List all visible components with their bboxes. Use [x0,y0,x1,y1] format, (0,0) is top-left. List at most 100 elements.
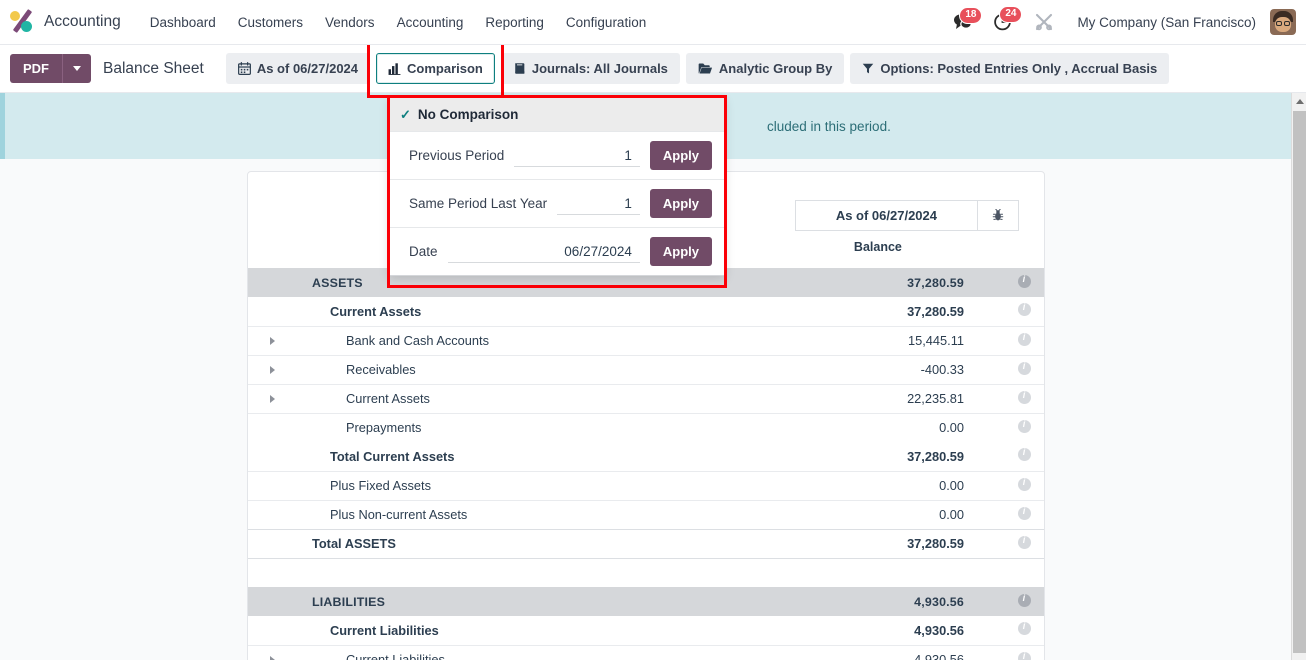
info-icon[interactable] [1017,361,1031,375]
avatar-glasses-right [1284,21,1290,26]
table-row[interactable]: Prepayments 0.00 [248,413,1044,442]
row-info-cell[interactable] [1004,645,1044,660]
journals-filter-button[interactable]: Journals: All Journals [500,53,680,84]
row-toggle-cell [248,442,296,471]
scrollbar-thumb[interactable] [1293,111,1306,653]
info-icon[interactable] [1017,593,1031,607]
expand-triangle-icon[interactable] [269,395,275,403]
activities-button[interactable]: 24 [985,6,1023,36]
table-row[interactable]: Current Assets 22,235.81 [248,384,1044,413]
row-label: Plus Fixed Assets [330,478,431,493]
column-subheader-balance: Balance [853,240,902,254]
report-rows: ASSETS37,280.59Current Assets37,280.59Ba… [248,268,1044,660]
previous-period-input[interactable] [514,144,640,167]
expand-triangle-icon[interactable] [269,337,275,345]
row-toggle-cell[interactable] [248,355,296,384]
info-icon[interactable] [1017,447,1031,462]
row-balance-value: 4,930.56 [914,652,964,660]
row-toggle-cell[interactable] [248,326,296,355]
analytic-group-by-label: Analytic Group By [718,61,833,76]
info-icon[interactable] [1017,651,1031,660]
info-icon[interactable] [1017,332,1031,346]
row-info-cell[interactable] [1004,529,1044,558]
row-toggle-cell [248,616,296,645]
export-pdf-button[interactable]: PDF [10,54,62,83]
row-balance-value: 37,280.59 [907,275,964,290]
date-filter-label: As of 06/27/2024 [256,61,359,76]
table-row[interactable]: LIABILITIES 4,930.56 [248,587,1044,616]
table-row[interactable]: Total Current Assets 37,280.59 [248,442,1044,471]
row-toggle-cell [248,268,296,297]
row-info-cell[interactable] [1004,355,1044,384]
row-toggle-cell [248,529,296,558]
menu-item-customers[interactable]: Customers [227,9,314,36]
row-info-cell[interactable] [1004,442,1044,471]
table-row[interactable]: Current Liabilities 4,930.56 [248,645,1044,660]
info-icon[interactable] [1017,274,1031,288]
row-info-cell[interactable] [1004,500,1044,529]
debug-column-button[interactable] [977,201,1018,230]
row-info-cell[interactable] [1004,471,1044,500]
messages-button[interactable]: 18 [945,7,983,35]
info-icon[interactable] [1017,419,1031,433]
apply-date-button[interactable]: Apply [649,237,712,266]
date-filter-button[interactable]: As of 06/27/2024 [225,53,371,84]
row-info-cell[interactable] [1004,587,1044,616]
book-icon [513,62,526,75]
info-icon[interactable] [1017,621,1031,636]
expand-triangle-icon[interactable] [269,366,275,374]
apply-previous-period-button[interactable]: Apply [649,141,712,170]
row-info-cell[interactable] [1004,268,1044,297]
table-row[interactable]: Current Liabilities 4,930.56 [248,616,1044,645]
row-label: Total Current Assets [330,448,455,464]
row-info-cell[interactable] [1004,384,1044,413]
vertical-scrollbar[interactable] [1291,93,1306,660]
menu-item-reporting[interactable]: Reporting [474,9,555,36]
table-row[interactable]: Receivables -400.33 [248,355,1044,384]
row-toggle-cell[interactable] [248,645,296,660]
options-filter-button[interactable]: Options: Posted Entries Only , Accrual B… [850,53,1170,84]
app-name[interactable]: Accounting [44,13,121,31]
scroll-up-button[interactable] [1292,93,1306,109]
table-row[interactable]: Plus Fixed Assets 0.00 [248,471,1044,500]
company-switcher[interactable]: My Company (San Francisco) [1067,11,1266,34]
row-toggle-cell[interactable] [248,384,296,413]
report-filters: As of 06/27/2024 Comparison Journals: Al… [225,39,1170,98]
menu-item-vendors[interactable]: Vendors [314,9,386,36]
apply-same-period-last-year-button[interactable]: Apply [649,189,712,218]
dropdown-item-no-comparison[interactable]: ✓ No Comparison [390,98,724,131]
row-toggle-cell [248,500,296,529]
row-info-cell[interactable] [1004,326,1044,355]
info-icon[interactable] [1017,535,1031,549]
user-avatar[interactable] [1270,9,1296,35]
row-info-cell[interactable] [1004,297,1044,326]
developer-tools-button[interactable] [1025,9,1063,35]
info-icon[interactable] [1017,477,1031,491]
menu-item-accounting[interactable]: Accounting [386,9,475,36]
row-info-cell[interactable] [1004,616,1044,645]
menu-item-dashboard[interactable]: Dashboard [139,9,227,36]
table-row[interactable]: Total ASSETS 37,280.59 [248,529,1044,558]
menu-item-configuration[interactable]: Configuration [555,9,657,36]
odoo-logo-icon[interactable] [8,7,38,37]
table-row[interactable]: Bank and Cash Accounts 15,445.11 [248,326,1044,355]
same-period-last-year-input[interactable] [557,192,640,215]
column-date-label[interactable]: As of 06/27/2024 [796,201,977,230]
table-row[interactable]: Current Assets 37,280.59 [248,297,1044,326]
comparison-filter-button[interactable]: Comparison [376,53,495,84]
table-row[interactable]: Plus Non-current Assets 0.00 [248,500,1044,529]
row-label: Bank and Cash Accounts [346,333,489,348]
chevron-down-icon [73,66,81,71]
analytic-group-by-button[interactable]: Analytic Group By [685,53,845,84]
row-info-cell[interactable] [1004,413,1044,442]
row-balance-value: 0.00 [939,420,964,436]
info-icon[interactable] [1017,390,1031,404]
info-icon[interactable] [1017,506,1031,520]
comparison-date-input[interactable] [447,240,640,263]
table-row-spacer [248,558,1044,587]
expand-triangle-icon[interactable] [269,656,275,660]
export-dropdown-button[interactable] [62,54,91,83]
info-icon[interactable] [1017,302,1031,317]
row-balance-value: 37,280.59 [907,448,964,464]
chevron-up-icon [1295,98,1304,104]
